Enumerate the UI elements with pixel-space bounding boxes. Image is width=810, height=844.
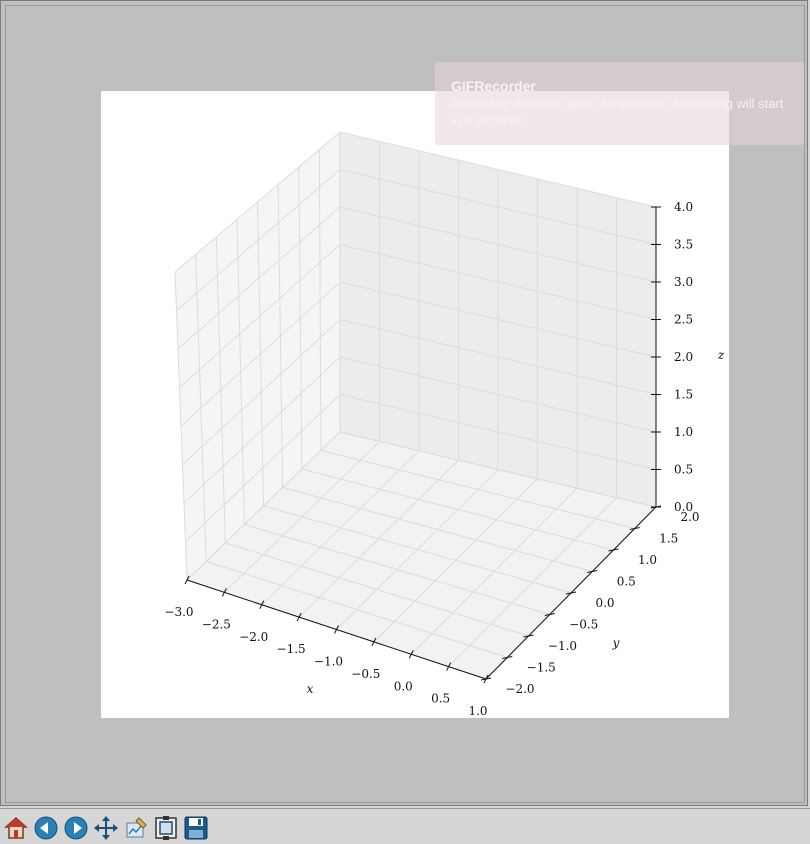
z-axis-label: z <box>717 348 725 362</box>
notification-message: Recording duration set to 30 seconds. Re… <box>451 96 784 128</box>
y-tick-label: −2.0 <box>505 682 534 696</box>
y-axis-label: y <box>612 636 620 650</box>
y-tick-label: 1.5 <box>659 532 678 546</box>
configure-subplots-button[interactable] <box>153 815 179 841</box>
y-tick-label: −0.5 <box>569 618 598 632</box>
y-tick-label: −1.0 <box>548 639 577 653</box>
x-axis-label: x <box>307 682 314 696</box>
z-tick-label: 2.5 <box>674 313 693 327</box>
x-tick-label: −3.0 <box>164 605 193 619</box>
figure-canvas[interactable]: −3.0 −2.5 −2.0 −1.5 −1.0 −0.5 0.0 0.5 1.0 −2.0 −1.… <box>101 91 729 718</box>
pan-button[interactable] <box>93 815 119 841</box>
x-tick-label: −2.0 <box>239 630 268 644</box>
save-button[interactable] <box>183 815 209 841</box>
z-tick-label: 1.5 <box>674 388 693 402</box>
z-tick-label: 3.0 <box>674 275 693 289</box>
x-tick-label: −1.5 <box>277 642 306 656</box>
move-arrows-icon <box>94 816 118 840</box>
y-tick-label: 0.0 <box>595 596 614 610</box>
y-tick-label: 1.0 <box>638 553 657 567</box>
x-tick-label: 1.0 <box>468 704 487 718</box>
forward-button[interactable] <box>63 815 89 841</box>
y-tick-label: 0.5 <box>617 575 636 589</box>
x-tick-label: 0.5 <box>431 692 450 706</box>
left-arrow-icon <box>34 816 58 840</box>
x-tick-label: −0.5 <box>351 667 380 681</box>
gif-recorder-notification: GIFRecorder Recording duration set to 30… <box>435 62 804 145</box>
x-tick-label: −2.5 <box>202 617 231 631</box>
x-tick-label: 0.0 <box>394 679 413 693</box>
3d-axes[interactable]: −3.0−2.5−2.0−1.5−1.0−0.50.00.51.0−2.0−1.… <box>101 91 729 718</box>
z-tick-label: 0.5 <box>674 463 693 477</box>
x-tick-label: −1.0 <box>314 655 343 669</box>
edit-axes-button[interactable] <box>123 815 149 841</box>
edit-icon <box>126 817 147 838</box>
subplots-icon <box>155 816 177 840</box>
floppy-disk-icon <box>184 816 208 840</box>
z-tick-label: 4.0 <box>674 200 693 214</box>
home-button[interactable] <box>3 815 29 841</box>
notification-title: GIFRecorder <box>451 78 536 94</box>
z-tick-label: 1.0 <box>674 425 693 439</box>
right-arrow-icon <box>64 816 88 840</box>
navigation-toolbar <box>0 808 810 844</box>
z-tick-label: 0.0 <box>674 500 693 514</box>
z-tick-label: 3.5 <box>674 238 693 252</box>
z-tick-label: 2.0 <box>674 350 693 364</box>
back-button[interactable] <box>33 815 59 841</box>
home-icon <box>4 816 28 839</box>
y-tick-label: −1.5 <box>527 661 556 675</box>
